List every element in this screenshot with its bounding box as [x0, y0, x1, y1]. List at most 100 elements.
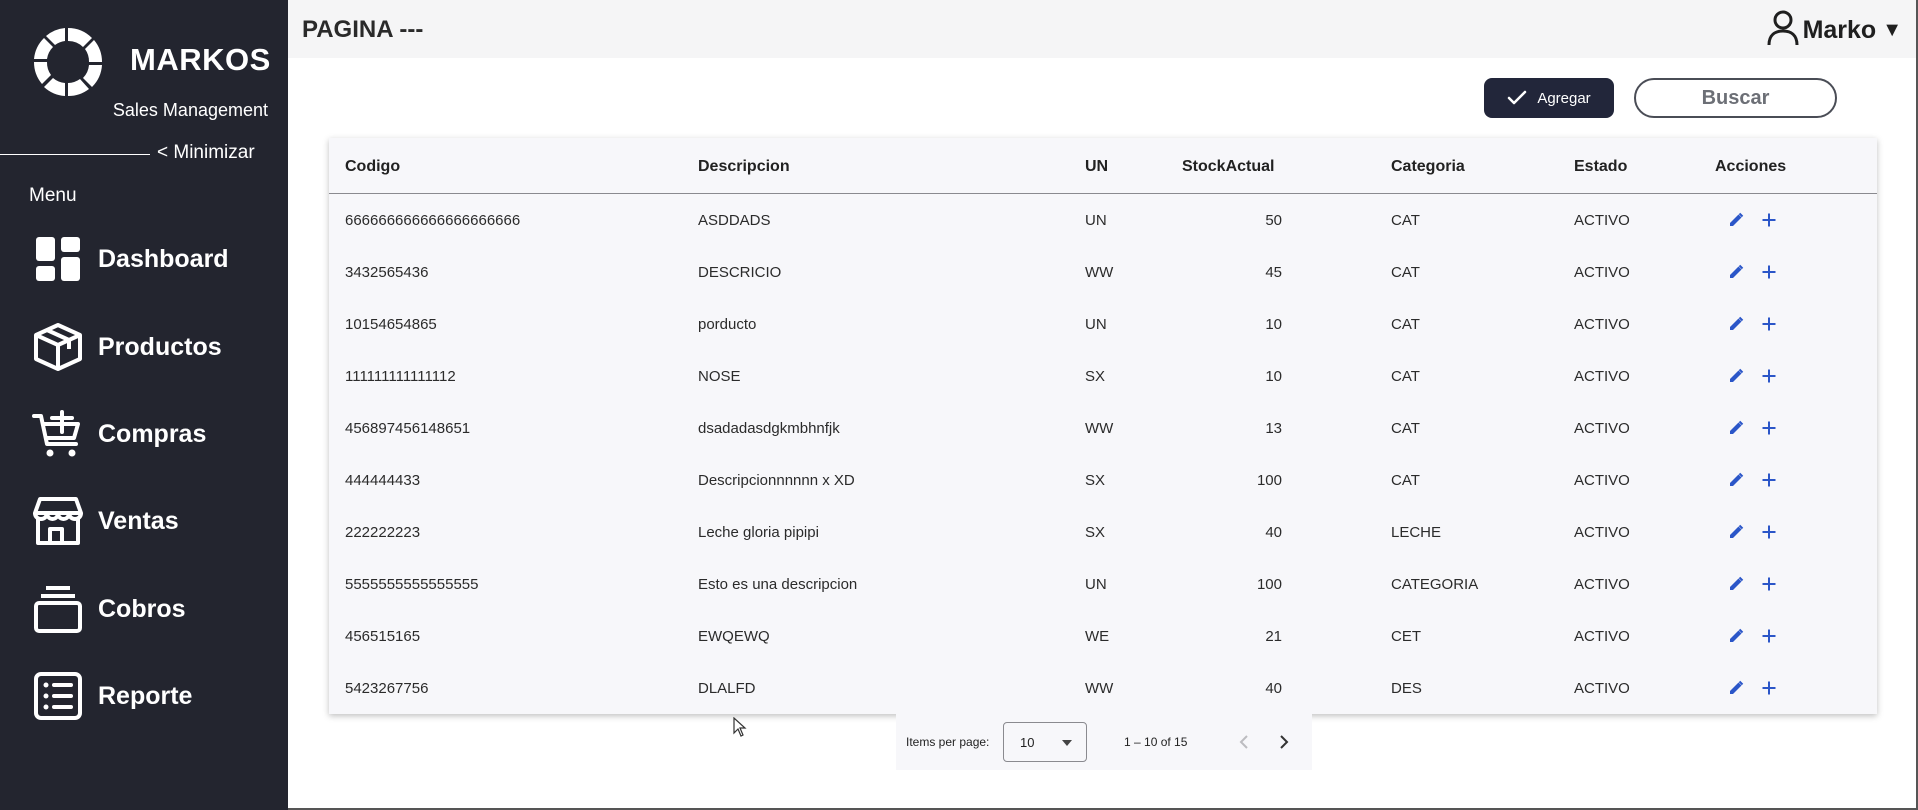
cell-descripcion: Descripcionnnnnn x XD — [698, 472, 855, 489]
previous-page-button[interactable] — [1230, 728, 1258, 756]
cell-un: UN — [1085, 316, 1107, 333]
cell-un: WE — [1085, 628, 1110, 645]
column-header-descripcion[interactable]: Descripcion — [698, 158, 790, 176]
cell-descripcion: porducto — [698, 316, 757, 333]
sidebar-item-label: Cobros — [98, 594, 186, 623]
sidebar-item-reporte[interactable]: Reporte — [32, 669, 272, 723]
add-stock-button[interactable] — [1757, 624, 1781, 648]
cell-un: SX — [1085, 524, 1106, 541]
sidebar-item-ventas[interactable]: Ventas — [32, 494, 272, 548]
cell-categoria: CATEGORIA — [1391, 576, 1479, 593]
cell-estado: ACTIVO — [1574, 264, 1630, 281]
plus-icon — [1762, 213, 1776, 227]
sidebar-item-label: Productos — [98, 332, 222, 361]
cell-estado: ACTIVO — [1574, 420, 1630, 437]
sidebar-item-label: Dashboard — [98, 244, 229, 273]
top-bar: PAGINA --- Marko ▼ — [288, 0, 1918, 58]
cell-codigo: 3432565436 — [345, 264, 429, 281]
cell-stock: 13 — [1265, 420, 1282, 437]
sidebar-item-label: Reporte — [98, 681, 193, 710]
cell-stock: 10 — [1265, 316, 1282, 333]
pencil-icon — [1730, 212, 1744, 226]
add-stock-button[interactable] — [1757, 520, 1781, 544]
cell-descripcion: dsadadasdgkmbhnfjk — [698, 420, 840, 437]
table-body: 666666666666666666666 ASDDADS UN 50 CAT ACTIV… — [329, 194, 1877, 714]
sidebar-item-label: Ventas — [98, 506, 179, 535]
cell-categoria: DES — [1391, 680, 1422, 697]
cell-descripcion: EWQEWQ — [698, 628, 770, 645]
products-table: Codigo Descripcion UN StockActual Catego… — [329, 138, 1877, 714]
pencil-icon — [1730, 628, 1744, 642]
edit-button[interactable] — [1724, 364, 1748, 388]
column-header-stock[interactable]: StockActual — [1182, 158, 1274, 176]
edit-button[interactable] — [1724, 624, 1748, 648]
items-per-page-value: 10 — [1020, 735, 1035, 750]
page-title: PAGINA --- — [302, 16, 424, 43]
column-header-acciones: Acciones — [1715, 158, 1787, 175]
next-page-button[interactable] — [1270, 728, 1298, 756]
cell-categoria: CAT — [1391, 212, 1420, 229]
add-stock-button[interactable] — [1757, 260, 1781, 284]
cell-categoria: CET — [1391, 628, 1421, 645]
cell-stock: 10 — [1265, 368, 1282, 385]
add-stock-button[interactable] — [1757, 312, 1781, 336]
column-header-codigo[interactable]: Codigo — [345, 158, 400, 176]
edit-button[interactable] — [1724, 520, 1748, 544]
brand-name: MARKOS — [130, 42, 271, 77]
sidebar-item-dashboard[interactable]: Dashboard — [32, 232, 272, 286]
table-row: 444444433 Descripcionnnnnn x XD SX 100 CAT AC… — [329, 454, 1877, 506]
add-stock-button[interactable] — [1757, 572, 1781, 596]
items-per-page-label: Items per page: — [906, 735, 990, 749]
sidebar-item-cobros[interactable]: Cobros — [32, 582, 272, 636]
cell-un: UN — [1085, 212, 1107, 229]
cell-un: SX — [1085, 472, 1106, 489]
pencil-icon — [1730, 576, 1744, 590]
edit-button[interactable] — [1724, 312, 1748, 336]
cell-descripcion: DESCRICIO — [698, 264, 782, 281]
sidebar-item-label: Compras — [98, 419, 207, 448]
chevron-right-icon — [1280, 735, 1289, 749]
edit-button[interactable] — [1724, 676, 1748, 700]
edit-button[interactable] — [1724, 468, 1748, 492]
edit-button[interactable] — [1724, 416, 1748, 440]
user-menu[interactable]: Marko ▼ — [1767, 10, 1902, 51]
cell-estado: ACTIVO — [1574, 212, 1630, 229]
add-stock-button[interactable] — [1757, 416, 1781, 440]
app-window: MARKOS Sales Management < Minimizar Menu… — [0, 0, 1918, 810]
edit-button[interactable] — [1724, 260, 1748, 284]
plus-icon — [1762, 525, 1776, 539]
add-stock-button[interactable] — [1757, 468, 1781, 492]
table-row: 5423267756 DLALFD WW 40 DES ACTIVO — [329, 662, 1877, 714]
minimize-link[interactable]: < Minimizar — [157, 142, 255, 164]
cell-estado: ACTIVO — [1574, 628, 1630, 645]
column-header-estado[interactable]: Estado — [1574, 158, 1627, 176]
add-stock-button[interactable] — [1757, 208, 1781, 232]
add-stock-button[interactable] — [1757, 364, 1781, 388]
menu-label: Menu — [29, 185, 77, 206]
cell-stock: 40 — [1265, 680, 1282, 697]
user-name: Marko — [1802, 16, 1877, 44]
edit-button[interactable] — [1724, 572, 1748, 596]
cell-estado: ACTIVO — [1574, 472, 1630, 489]
add-stock-button[interactable] — [1757, 676, 1781, 700]
cell-codigo: 5423267756 — [345, 680, 429, 697]
box-icon — [32, 321, 84, 373]
cell-estado: ACTIVO — [1574, 576, 1630, 593]
edit-button[interactable] — [1724, 208, 1748, 232]
column-header-un[interactable]: UN — [1085, 158, 1108, 176]
items-per-page-select[interactable]: 10 — [1003, 722, 1087, 762]
cell-stock: 40 — [1265, 524, 1282, 541]
cell-codigo: 111111111111112 — [345, 368, 456, 385]
cell-codigo: 444444433 — [345, 472, 421, 489]
cell-un: WW — [1085, 680, 1114, 697]
cell-categoria: LECHE — [1391, 524, 1442, 541]
column-header-categoria[interactable]: Categoria — [1391, 158, 1465, 176]
pencil-icon — [1730, 264, 1744, 278]
search-button[interactable]: Buscar — [1634, 78, 1837, 118]
sidebar-item-productos[interactable]: Productos — [32, 320, 272, 374]
pencil-icon — [1730, 368, 1744, 382]
add-button[interactable]: Agregar — [1484, 78, 1614, 118]
stack-icon — [32, 583, 84, 635]
cell-categoria: CAT — [1391, 264, 1420, 281]
sidebar-item-compras[interactable]: Compras — [32, 407, 272, 461]
